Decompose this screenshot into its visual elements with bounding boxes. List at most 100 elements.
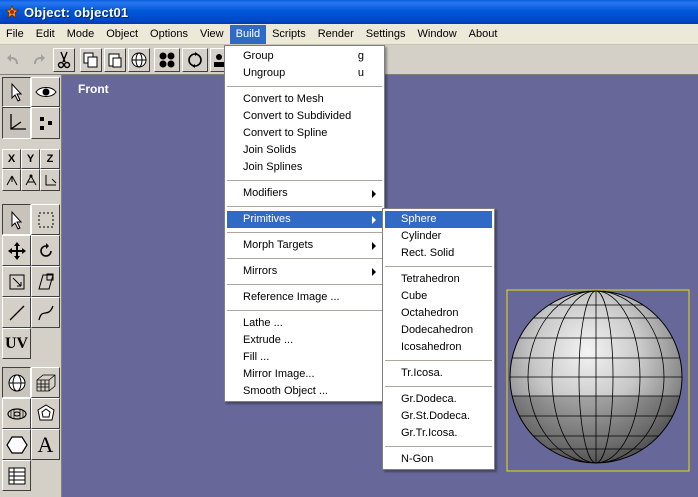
line-tool[interactable] bbox=[2, 297, 31, 328]
shear-tool[interactable] bbox=[31, 266, 60, 297]
redo-button[interactable] bbox=[27, 48, 49, 72]
primitive-gr-st-dodeca[interactable]: Gr.St.Dodeca. bbox=[385, 408, 492, 425]
menu-file[interactable]: File bbox=[0, 25, 30, 44]
menu-object[interactable]: Object bbox=[100, 25, 144, 44]
rotate-icon bbox=[39, 242, 52, 257]
local-axis-toggle[interactable] bbox=[2, 169, 21, 191]
grid-mesh-tool[interactable] bbox=[31, 367, 60, 398]
menu-options[interactable]: Options bbox=[144, 25, 194, 44]
primitive-cylinder[interactable]: Cylinder bbox=[385, 228, 492, 245]
text-tool[interactable]: A bbox=[31, 429, 60, 460]
group-button[interactable] bbox=[154, 48, 180, 72]
menu-view[interactable]: View bbox=[194, 25, 230, 44]
object-select-tool[interactable] bbox=[2, 204, 31, 235]
screen-axis-toggle[interactable] bbox=[40, 169, 60, 191]
dots-icon bbox=[39, 117, 52, 130]
menu-settings[interactable]: Settings bbox=[360, 25, 412, 44]
table-tool[interactable] bbox=[2, 460, 31, 491]
polygon-tool[interactable] bbox=[2, 429, 31, 460]
build-convert-to-mesh[interactable]: Convert to Mesh bbox=[227, 91, 382, 108]
marquee-icon bbox=[38, 212, 53, 227]
build-modifiers[interactable]: Modifiers bbox=[227, 185, 382, 202]
window-title: Object: object01 bbox=[24, 4, 129, 20]
primitive-cube[interactable]: Cube bbox=[385, 288, 492, 305]
submenu-arrow-icon bbox=[372, 190, 376, 198]
torus-icon bbox=[6, 407, 27, 420]
build-smooth-object[interactable]: Smooth Object ... bbox=[227, 383, 382, 400]
menu-scripts[interactable]: Scripts bbox=[266, 25, 312, 44]
primitive-gr-tr-icosa[interactable]: Gr.Tr.Icosa. bbox=[385, 425, 492, 442]
camera-icon bbox=[214, 54, 225, 67]
build-group[interactable]: Group g bbox=[227, 48, 382, 65]
build-convert-to-spline[interactable]: Convert to Spline bbox=[227, 125, 382, 142]
sphere-tool[interactable] bbox=[2, 367, 31, 398]
build-mirrors[interactable]: Mirrors bbox=[227, 263, 382, 280]
primitive-octahedron[interactable]: Octahedron bbox=[385, 305, 492, 322]
primitive-icosahedron[interactable]: Icosahedron bbox=[385, 339, 492, 356]
primitive-tr-icosa[interactable]: Tr.Icosa. bbox=[385, 365, 492, 382]
primitive-gr-dodeca[interactable]: Gr.Dodeca. bbox=[385, 391, 492, 408]
select-tool[interactable] bbox=[2, 77, 31, 107]
primitive-rect-solid[interactable]: Rect. Solid bbox=[385, 245, 492, 262]
build-lathe[interactable]: Lathe ... bbox=[227, 315, 382, 332]
menu-render[interactable]: Render bbox=[312, 25, 360, 44]
axis-tool[interactable] bbox=[2, 107, 31, 139]
world-axis-toggle[interactable] bbox=[21, 169, 40, 191]
rotate-view-button[interactable] bbox=[182, 48, 208, 72]
undo-button[interactable] bbox=[3, 48, 25, 72]
title-bar[interactable]: Object: object01 bbox=[0, 0, 698, 24]
build-mirror-image[interactable]: Mirror Image... bbox=[227, 366, 382, 383]
polyhedron-tool[interactable] bbox=[31, 398, 60, 429]
menu-separator bbox=[385, 386, 492, 387]
clear-button[interactable] bbox=[128, 48, 150, 72]
tool-palette: X Y Z UV A bbox=[0, 75, 62, 497]
menu-separator bbox=[227, 232, 382, 233]
line-icon bbox=[9, 305, 24, 320]
scale-tool[interactable] bbox=[2, 266, 31, 297]
primitive-dodecahedron[interactable]: Dodecahedron bbox=[385, 322, 492, 339]
primitive-tetrahedron[interactable]: Tetrahedron bbox=[385, 271, 492, 288]
cut-button[interactable] bbox=[53, 48, 75, 72]
arrow-pointer-icon bbox=[11, 210, 22, 230]
build-extrude[interactable]: Extrude ... bbox=[227, 332, 382, 349]
y-axis-toggle[interactable]: Y bbox=[21, 149, 40, 169]
rotate-tool[interactable] bbox=[31, 235, 60, 266]
z-axis-toggle[interactable]: Z bbox=[40, 149, 60, 169]
paste-button[interactable] bbox=[104, 48, 126, 72]
build-menu: Group g Ungroup u Convert to Mesh Convert … bbox=[224, 45, 385, 402]
build-join-solids[interactable]: Join Solids bbox=[227, 142, 382, 159]
uv-tool[interactable]: UV bbox=[2, 328, 31, 359]
table-icon bbox=[8, 467, 25, 484]
arrow-pointer-icon bbox=[11, 82, 22, 102]
menu-edit[interactable]: Edit bbox=[30, 25, 61, 44]
menu-separator bbox=[227, 284, 382, 285]
menu-separator bbox=[385, 360, 492, 361]
redo-icon bbox=[34, 54, 45, 64]
curve-tool[interactable] bbox=[31, 297, 60, 328]
submenu-arrow-icon bbox=[372, 242, 376, 250]
torus-tool[interactable] bbox=[2, 398, 31, 429]
points-tool[interactable] bbox=[31, 107, 60, 139]
screen-axes-icon bbox=[45, 175, 57, 186]
build-fill[interactable]: Fill ... bbox=[227, 349, 382, 366]
build-morph-targets[interactable]: Morph Targets bbox=[227, 237, 382, 254]
marquee-tool[interactable] bbox=[31, 204, 60, 235]
view-tool[interactable] bbox=[31, 77, 60, 107]
app-icon[interactable] bbox=[4, 4, 20, 20]
build-ungroup[interactable]: Ungroup u bbox=[227, 65, 382, 82]
build-reference-image[interactable]: Reference Image ... bbox=[227, 289, 382, 306]
x-axis-toggle[interactable]: X bbox=[2, 149, 21, 169]
build-convert-to-subdivided[interactable]: Convert to Subdivided bbox=[227, 108, 382, 125]
menu-build[interactable]: Build bbox=[229, 24, 267, 44]
menu-about[interactable]: About bbox=[463, 25, 504, 44]
menu-separator bbox=[227, 258, 382, 259]
build-join-splines[interactable]: Join Splines bbox=[227, 159, 382, 176]
primitive-sphere[interactable]: Sphere bbox=[385, 211, 492, 228]
move-tool[interactable] bbox=[2, 235, 31, 266]
primitive-n-gon[interactable]: N-Gon bbox=[385, 451, 492, 468]
menu-mode[interactable]: Mode bbox=[61, 25, 101, 44]
copy-button[interactable] bbox=[80, 48, 102, 72]
axes-icon bbox=[9, 114, 26, 130]
menu-window[interactable]: Window bbox=[412, 25, 463, 44]
build-primitives[interactable]: Primitives bbox=[227, 211, 382, 228]
